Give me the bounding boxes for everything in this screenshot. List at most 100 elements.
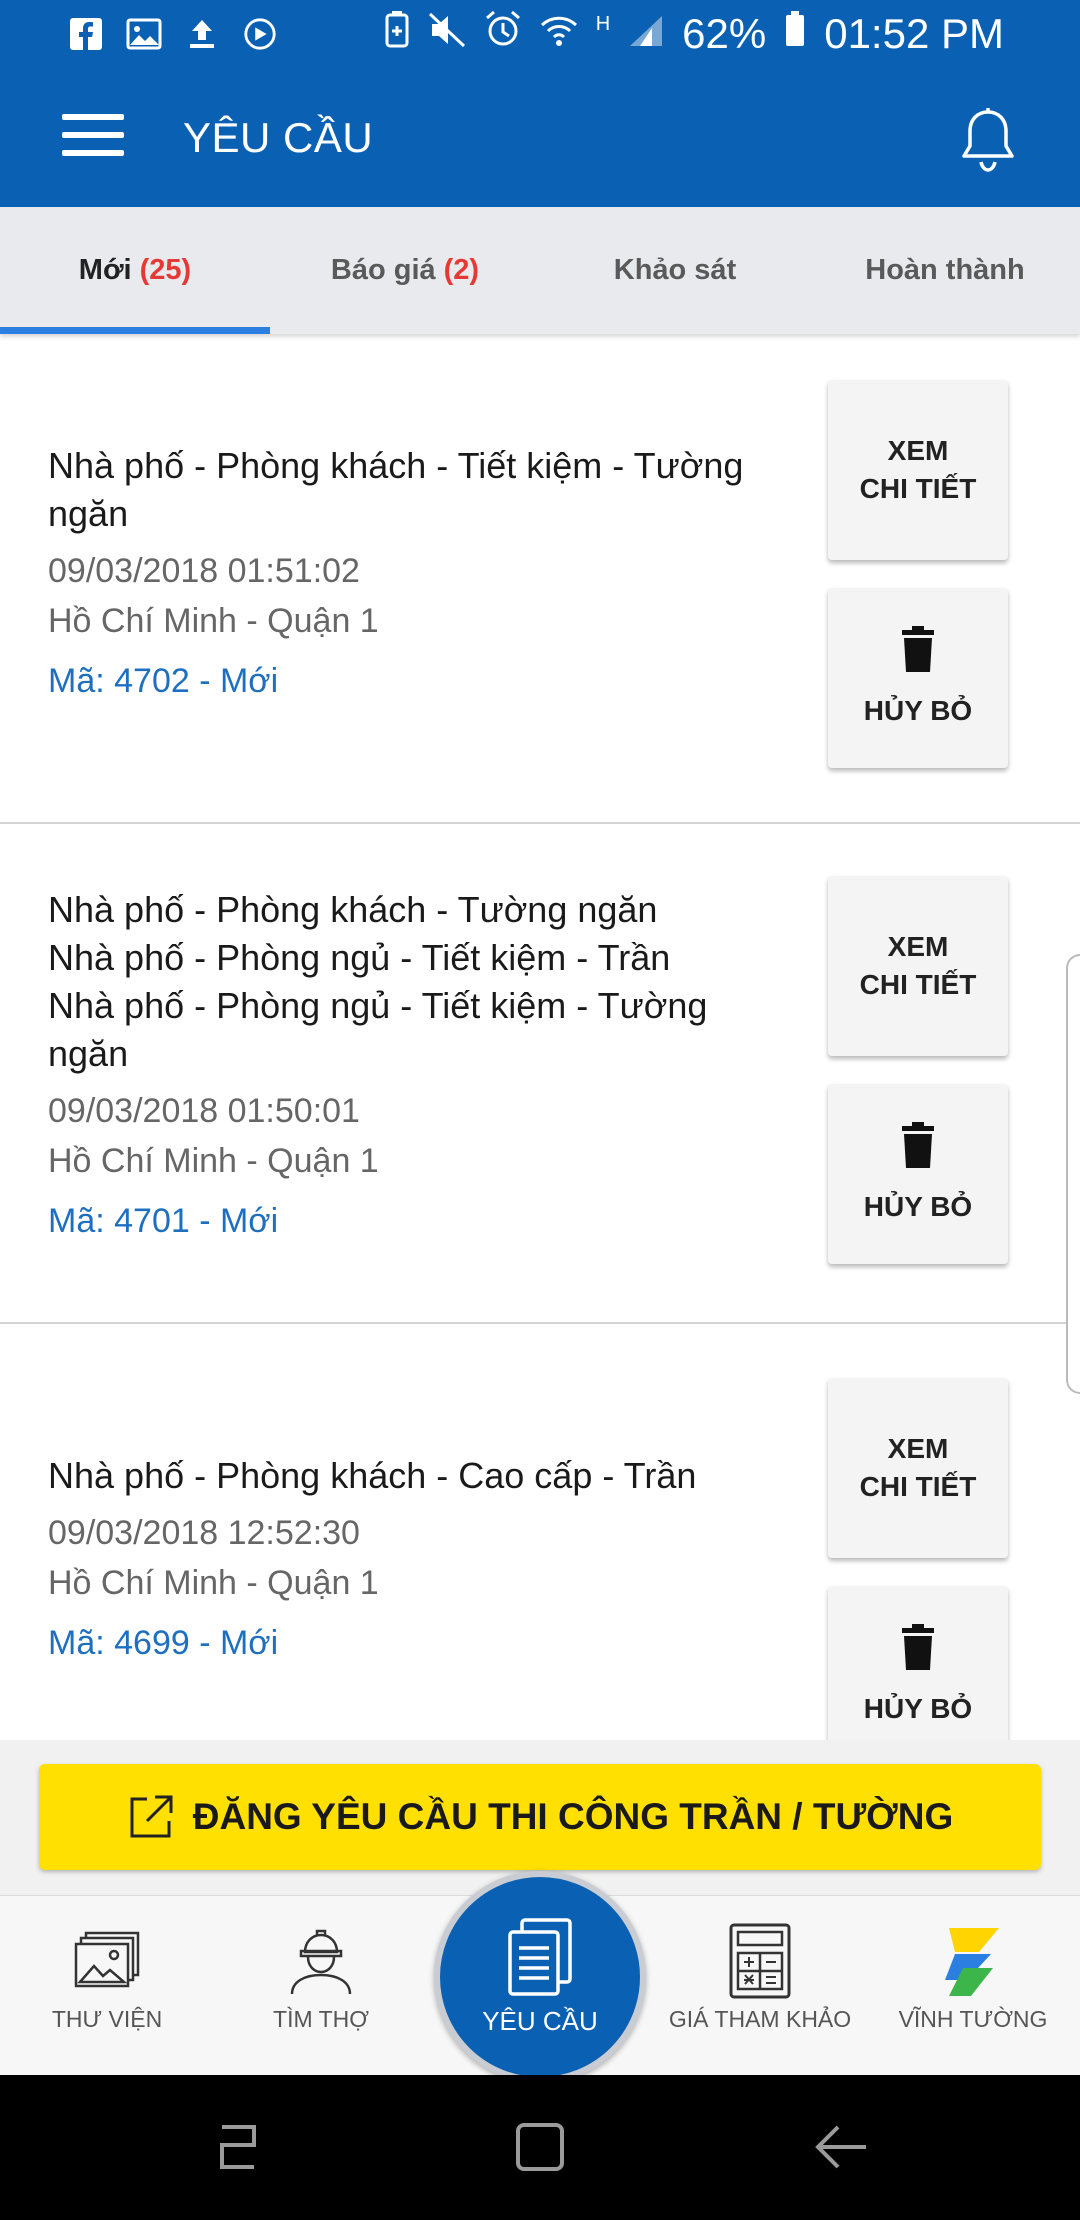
trash-icon: [902, 1624, 934, 1670]
tab-label: Khảo sát: [613, 254, 737, 286]
menu-button[interactable]: [62, 114, 124, 166]
cancel-button[interactable]: HỦY BỎ: [828, 1586, 1008, 1740]
network-type: H: [595, 12, 611, 35]
tab-completed[interactable]: Hoàn thành: [810, 207, 1080, 334]
view-detail-label-2: CHI TIẾT: [859, 1471, 977, 1502]
request-info: Nhà phố - Phòng khách - Tường ngăn Nhà p…: [48, 886, 788, 1246]
screen: H 62% 01:52 PM YÊU CẦU Mới (25) Báo giá: [0, 0, 1080, 2220]
nav-label: TÌM THỢ: [273, 2006, 369, 2032]
nav-label: VĨNH TƯỜNG: [898, 2006, 1048, 2032]
notification-button[interactable]: [956, 106, 1020, 176]
tab-label: Mới: [78, 254, 132, 286]
bell-icon: [962, 108, 1014, 172]
documents-icon: [508, 1917, 572, 1996]
request-code: Mã: 4699 - Mới: [48, 1624, 279, 1662]
request-info: Nhà phố - Phòng khách - Cao cấp - Trần 0…: [48, 1452, 788, 1668]
menu-icon-bar: [62, 132, 124, 138]
nav-price-reference[interactable]: GIÁ THAM KHẢO: [660, 1923, 860, 2033]
request-card: Nhà phố - Phòng khách - Cao cấp - Trần 0…: [0, 1324, 1080, 1740]
cancel-label: HỦY BỎ: [863, 1693, 973, 1724]
system-status: H 62% 01:52 PM: [384, 10, 1004, 58]
back-button[interactable]: [812, 2117, 872, 2177]
battery-percent: 62%: [682, 10, 767, 57]
request-title: Nhà phố - Phòng khách - Tiết kiệm - Tườn…: [48, 445, 744, 486]
tab-label: Hoàn thành: [865, 254, 1025, 286]
request-date: 09/03/2018 01:51:02: [48, 552, 360, 590]
alarm-icon: [484, 10, 522, 58]
wifi-icon: [540, 10, 578, 58]
tab-quotes[interactable]: Báo giá (2): [270, 207, 540, 334]
request-title: Nhà phố - Phòng ngủ - Tiết kiệm - Tường: [48, 985, 708, 1026]
worker-icon: [286, 1926, 356, 1996]
nav-label: YÊU CẦU: [482, 2005, 598, 2036]
request-location: Hồ Chí Minh - Quận 1: [48, 602, 379, 640]
bottom-nav: THƯ VIỆN TÌM THỢ YÊU CẦU GIÁ THAM KHẢO V…: [0, 1871, 1080, 2083]
request-card: Nhà phố - Phòng khách - Tiết kiệm - Tườn…: [0, 334, 1080, 824]
cancel-label: HỦY BỎ: [863, 695, 973, 726]
view-detail-button[interactable]: XEM CHI TIẾT: [828, 1378, 1008, 1558]
page-title: YÊU CẦU: [183, 114, 374, 161]
cancel-label: HỦY BỎ: [863, 1191, 973, 1222]
media-icon: [242, 16, 278, 52]
brand-logo-icon: [938, 1926, 1008, 1996]
battery-saver-icon: [384, 10, 410, 58]
gallery-icon: [72, 1926, 142, 1996]
view-detail-label-1: XEM: [887, 435, 949, 466]
back-arrow-icon: [815, 2125, 866, 2169]
request-list[interactable]: Nhà phố - Phòng khách - Tiết kiệm - Tườn…: [0, 334, 1080, 1740]
external-link-icon: [130, 1795, 173, 1838]
nav-find-worker[interactable]: TÌM THỢ: [221, 1926, 421, 2033]
request-card: Nhà phố - Phòng khách - Tường ngăn Nhà p…: [0, 824, 1080, 1324]
facebook-icon: [68, 16, 104, 52]
battery-icon: [784, 10, 806, 58]
post-request-button[interactable]: ĐĂNG YÊU CẦU THI CÔNG TRẦN / TƯỜNG: [39, 1764, 1041, 1870]
upload-icon: [184, 16, 220, 52]
menu-icon: [62, 114, 124, 120]
home-button[interactable]: [510, 2117, 570, 2177]
request-location: Hồ Chí Minh - Quận 1: [48, 1564, 379, 1602]
view-detail-label-2: CHI TIẾT: [859, 473, 977, 504]
view-detail-label-2: CHI TIẾT: [859, 969, 977, 1000]
notification-icons: [68, 16, 278, 52]
status-bar: H 62% 01:52 PM: [0, 0, 1080, 74]
view-detail-label-1: XEM: [887, 1433, 949, 1464]
recents-button[interactable]: [208, 2117, 268, 2177]
request-title: ngăn: [48, 493, 129, 534]
tab-survey[interactable]: Khảo sát: [540, 207, 810, 334]
app-bar: YÊU CẦU: [0, 74, 1080, 207]
menu-icon-bar: [62, 150, 124, 156]
trash-icon: [902, 626, 934, 672]
nav-library[interactable]: THƯ VIỆN: [7, 1926, 207, 2033]
cancel-button[interactable]: HỦY BỎ: [828, 1084, 1008, 1264]
view-detail-button[interactable]: XEM CHI TIẾT: [828, 876, 1008, 1056]
mute-icon: [428, 10, 466, 58]
view-detail-button[interactable]: XEM CHI TIẾT: [828, 380, 1008, 560]
system-nav-bar: [0, 2075, 1080, 2220]
request-date: 09/03/2018 01:50:01: [48, 1092, 360, 1130]
recents-icon: [220, 2125, 256, 2169]
signal-icon: [628, 10, 664, 58]
tab-new[interactable]: Mới (25): [0, 207, 270, 334]
cancel-button[interactable]: HỦY BỎ: [828, 588, 1008, 768]
nav-label: THƯ VIỆN: [51, 2006, 163, 2032]
nav-requests[interactable]: YÊU CẦU: [434, 1871, 646, 2083]
home-icon: [516, 2123, 564, 2171]
request-title: Nhà phố - Phòng ngủ - Tiết kiệm - Trần: [48, 937, 671, 978]
request-code: Mã: 4701 - Mới: [48, 1202, 279, 1240]
request-location: Hồ Chí Minh - Quận 1: [48, 1142, 379, 1180]
calculator-icon: [725, 1923, 795, 1999]
request-title: Nhà phố - Phòng khách - Tường ngăn: [48, 889, 658, 930]
scroll-handle[interactable]: [1066, 954, 1080, 1394]
image-icon: [126, 16, 162, 52]
request-date: 09/03/2018 12:52:30: [48, 1514, 360, 1552]
tab-count: (2): [443, 254, 480, 286]
tab-bar: Mới (25) Báo giá (2) Khảo sát Hoàn thành: [0, 207, 1080, 334]
nav-brand[interactable]: VĨNH TƯỜNG: [873, 1926, 1073, 2033]
nav-label: GIÁ THAM KHẢO: [668, 2006, 852, 2032]
view-detail-label-1: XEM: [887, 931, 949, 962]
request-title: ngăn: [48, 1033, 129, 1074]
request-code: Mã: 4702 - Mới: [48, 662, 279, 700]
tab-label: Báo giá: [330, 254, 436, 286]
request-title: Nhà phố - Phòng khách - Cao cấp - Trần: [48, 1455, 697, 1496]
tab-count: (25): [139, 254, 192, 286]
